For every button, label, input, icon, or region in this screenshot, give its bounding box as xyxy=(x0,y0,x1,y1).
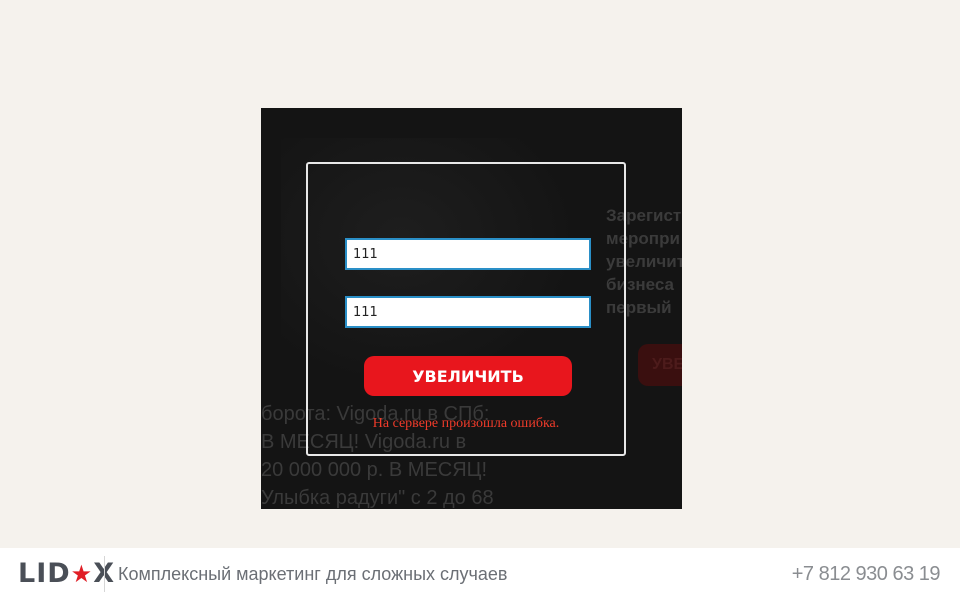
footer-bar: LID★X Комплексный маркетинг для сложных … xyxy=(0,548,960,600)
bg-left-line: 20 000 000 р. В МЕСЯЦ! xyxy=(261,459,488,481)
background-button: УВЕ xyxy=(638,344,682,386)
logo[interactable]: LID★X xyxy=(18,558,115,590)
logo-text-left: LID xyxy=(18,558,71,589)
modal-window: Зарегист меропри увеличит бизнеса первый… xyxy=(261,108,682,509)
footer-divider xyxy=(104,556,105,592)
form-field-1[interactable] xyxy=(345,238,591,270)
form-field-2[interactable] xyxy=(345,296,591,328)
error-message: На сервере произошла ошибка. xyxy=(372,416,560,431)
phone-number[interactable]: +7 812 930 63 19 xyxy=(792,563,941,586)
bg-left-line: Улыбка радуги" с 2 до 68 xyxy=(261,487,494,509)
submit-button[interactable]: УВЕЛИЧИТЬ xyxy=(364,356,572,396)
tagline: Комплексный маркетинг для сложных случае… xyxy=(118,564,508,584)
star-icon: ★ xyxy=(70,560,94,588)
lead-form: УВЕЛИЧИТЬ На сервере произошла ошибка. xyxy=(306,162,626,456)
